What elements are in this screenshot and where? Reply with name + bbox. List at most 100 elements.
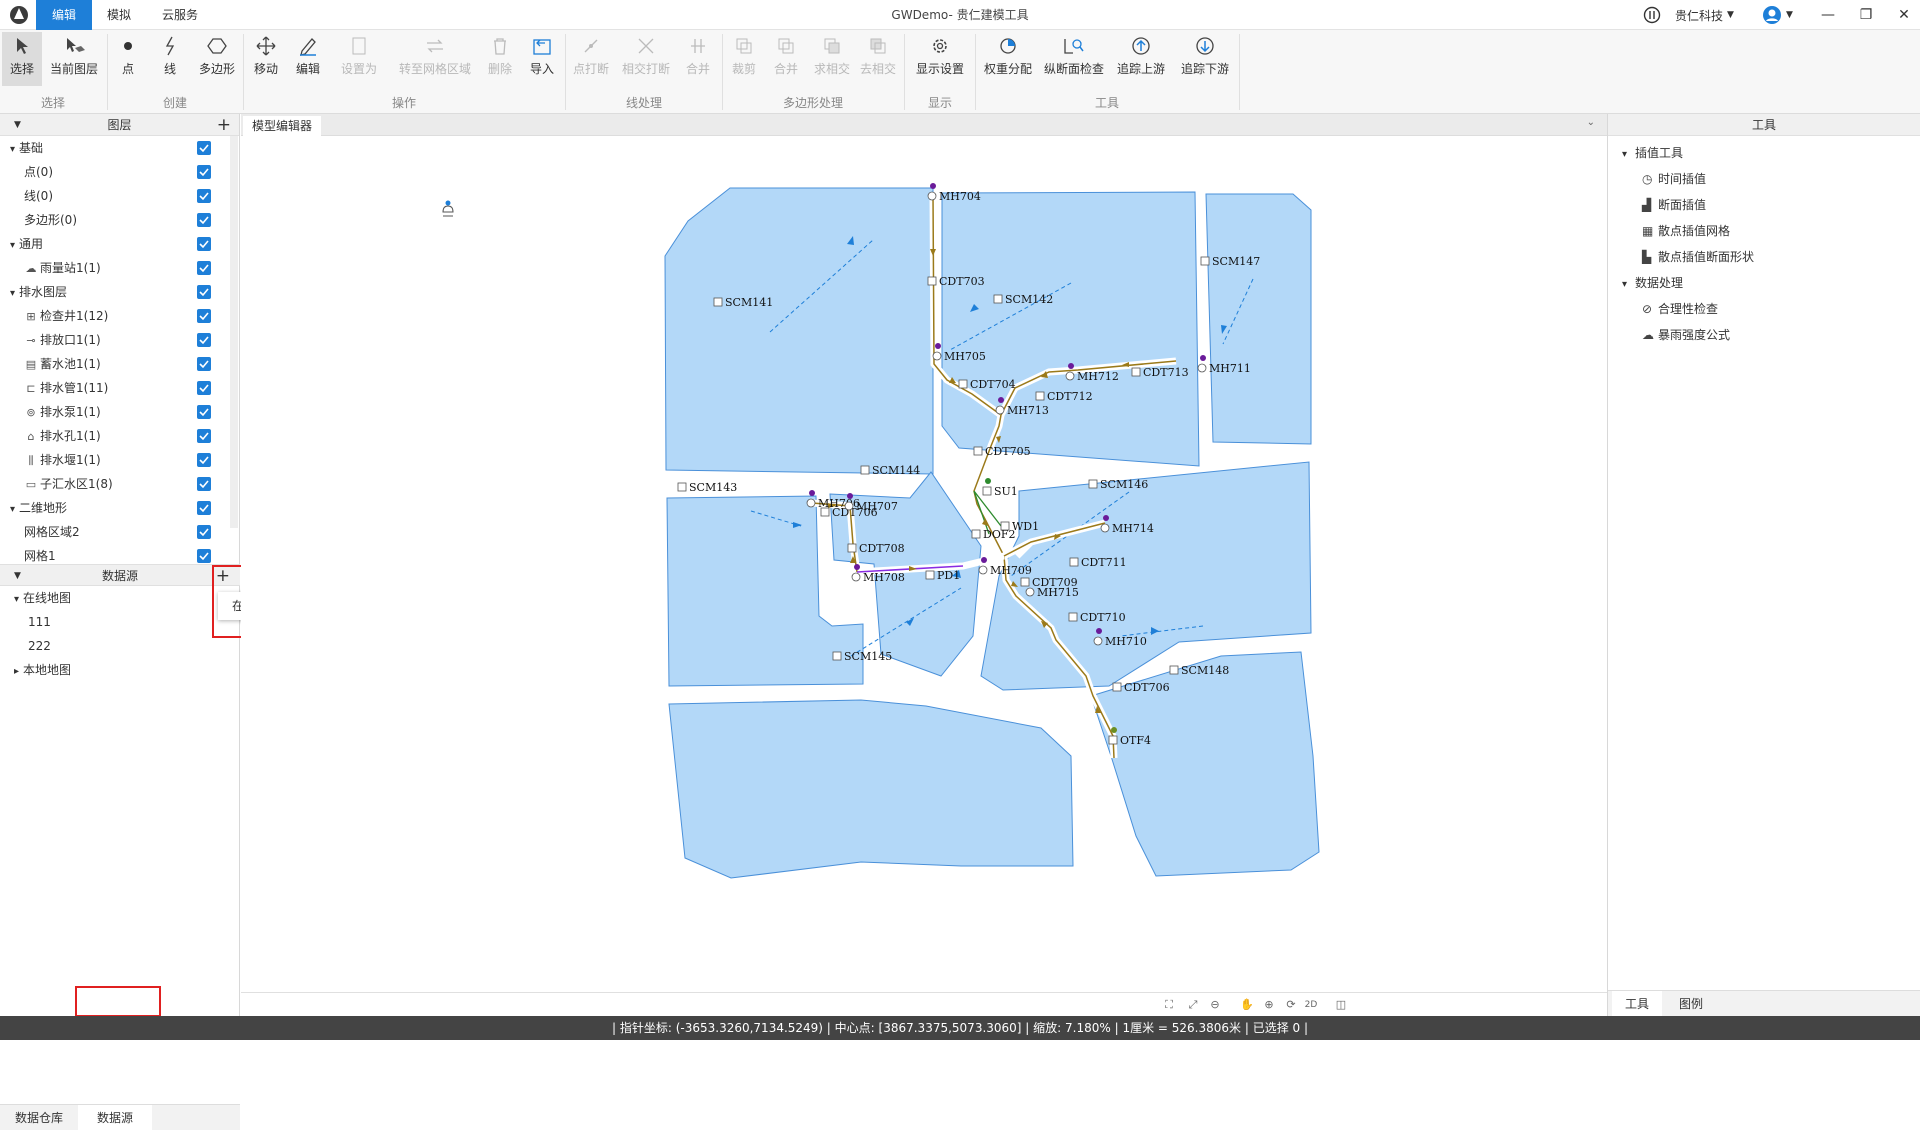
layer-visibility-checkbox[interactable] xyxy=(197,429,211,443)
layer-row[interactable]: 线(0) xyxy=(0,184,230,208)
layer-row[interactable]: ▾ 排水图层 xyxy=(0,280,230,304)
map-feature-dof2[interactable]: DOF2 xyxy=(971,528,1015,541)
company-area[interactable]: 贵仁科技 ▼ xyxy=(1643,0,1734,30)
collapse-icon[interactable]: ▾ xyxy=(10,288,15,299)
layer-row[interactable]: ▤ 蓄水池1(1) xyxy=(0,352,230,376)
line-merge-button[interactable]: 合并 xyxy=(682,32,714,86)
catchment-scm141[interactable] xyxy=(664,187,934,475)
import-button[interactable]: 导入 xyxy=(526,32,558,86)
layer-visibility-checkbox[interactable] xyxy=(197,381,211,395)
layer-row[interactable]: ⊏ 排水管1(11) xyxy=(0,376,230,400)
collapse-icon[interactable]: ▾ xyxy=(1622,279,1627,290)
tab-data-warehouse[interactable]: 数据仓库 xyxy=(4,1105,74,1131)
menu-tab-cloud[interactable]: 云服务 xyxy=(150,0,210,30)
layer-scrollbar[interactable] xyxy=(230,136,238,528)
layer-visibility-checkbox[interactable] xyxy=(197,213,211,227)
datasource-item[interactable]: 222 xyxy=(0,634,240,658)
tool-item[interactable]: ▟ 断面插值 xyxy=(1608,192,1920,218)
layer-row[interactable]: ⊞ 检查井1(12) xyxy=(0,304,230,328)
collapse-icon[interactable]: ▾ xyxy=(10,504,15,515)
refresh-icon[interactable]: ⟳ xyxy=(1283,997,1299,1013)
collapse-icon[interactable]: ▾ xyxy=(10,144,15,155)
intersect-break-button[interactable]: 相交打断 xyxy=(618,32,674,86)
layer-row[interactable]: ⌂ 排水孔1(1) xyxy=(0,424,230,448)
expand-icon[interactable]: ▸ xyxy=(14,666,19,677)
delete-button[interactable]: 删除 xyxy=(484,32,516,86)
trace-downstream-button[interactable]: 追踪下游 xyxy=(1176,32,1234,86)
tab-legend[interactable]: 图例 xyxy=(1666,991,1716,1017)
layer-visibility-checkbox[interactable] xyxy=(197,549,211,563)
layer-visibility-checkbox[interactable] xyxy=(197,453,211,467)
layer-row[interactable]: ▭ 子汇水区1(8) xyxy=(0,472,230,496)
restore-button[interactable]: ❐ xyxy=(1848,0,1884,30)
layer-visibility-checkbox[interactable] xyxy=(197,501,211,515)
current-layer-button[interactable]: 当前图层 xyxy=(46,32,102,86)
layer-visibility-checkbox[interactable] xyxy=(197,477,211,491)
weight-allocation-button[interactable]: 权重分配 xyxy=(980,32,1036,86)
app-logo-icon[interactable] xyxy=(5,4,32,26)
layer-row[interactable]: ⫼ 排水堰1(1) xyxy=(0,448,230,472)
tool-item[interactable]: ☁ 暴雨强度公式 xyxy=(1608,322,1920,348)
tool-item[interactable]: ▦ 散点插值网格 xyxy=(1608,218,1920,244)
point-break-button[interactable]: 点打断 xyxy=(570,32,612,86)
edit-tool-button[interactable]: 编辑 xyxy=(292,32,324,86)
tab-tools[interactable]: 工具 xyxy=(1612,991,1662,1017)
layer-row[interactable]: ▾ 通用 xyxy=(0,232,230,256)
layer-visibility-checkbox[interactable] xyxy=(197,525,211,539)
layer-visibility-checkbox[interactable] xyxy=(197,237,211,251)
tab-datasource[interactable]: 数据源 xyxy=(78,1105,152,1131)
layer-visibility-checkbox[interactable] xyxy=(197,141,211,155)
fullscreen-icon[interactable]: ⛶ xyxy=(1161,997,1177,1013)
polygon-merge-button[interactable]: 合并 xyxy=(770,32,802,86)
move-tool-button[interactable]: 移动 xyxy=(250,32,282,86)
menu-tab-edit[interactable]: 编辑 xyxy=(36,0,92,30)
map-feature-scm143[interactable]: SCM143 xyxy=(677,481,737,494)
catchment-scm147[interactable] xyxy=(1205,193,1312,445)
zoom-out-icon[interactable]: ⊖ xyxy=(1207,997,1223,1013)
tool-section[interactable]: ▾ 数据处理 xyxy=(1608,270,1920,296)
set-as-button[interactable]: 设置为 xyxy=(334,32,384,86)
layer-row[interactable]: ⊚ 排水泵1(1) xyxy=(0,400,230,424)
zoom-extent-icon[interactable]: ⤢ xyxy=(1185,997,1201,1013)
layer-row[interactable]: ☁ 雨量站1(1) xyxy=(0,256,230,280)
pan-hand-icon[interactable]: ✋ xyxy=(1239,997,1255,1013)
layer-visibility-checkbox[interactable] xyxy=(197,261,211,275)
point-tool-button[interactable]: 点 xyxy=(112,32,144,86)
collapse-icon[interactable]: ▾ xyxy=(10,240,15,251)
split-view-icon[interactable]: ◫ xyxy=(1333,997,1349,1013)
layer-row[interactable]: ⊸ 排放口1(1) xyxy=(0,328,230,352)
chevron-down-icon[interactable]: ⌄ xyxy=(1587,117,1595,128)
map-feature-su1[interactable]: SU1 xyxy=(982,478,1018,498)
map-canvas[interactable]: MH704 CDT703 SCM141 SCM142 SCM147 MH705 CDT704… xyxy=(241,136,1607,992)
intersect-button[interactable]: 求相交 xyxy=(812,32,852,86)
remove-intersect-button[interactable]: 去相交 xyxy=(858,32,898,86)
user-avatar-icon[interactable]: ▼ xyxy=(1762,0,1793,30)
layer-visibility-checkbox[interactable] xyxy=(197,285,211,299)
datasource-item[interactable]: 111 xyxy=(0,610,240,634)
convert-grid-button[interactable]: 转至网格区域 xyxy=(394,32,476,86)
layer-row[interactable]: 网格1 xyxy=(0,544,230,564)
layer-row[interactable]: ▾ 二维地形 xyxy=(0,496,230,520)
layer-visibility-checkbox[interactable] xyxy=(197,357,211,371)
rain-gauge-icon[interactable] xyxy=(442,200,454,217)
line-tool-button[interactable]: 线 xyxy=(154,32,186,86)
menu-tab-simulate[interactable]: 模拟 xyxy=(96,0,142,30)
layer-visibility-checkbox[interactable] xyxy=(197,333,211,347)
layer-visibility-checkbox[interactable] xyxy=(197,309,211,323)
tab-model-editor[interactable]: 模型编辑器 xyxy=(243,116,321,136)
layer-row[interactable]: ▾ 基础 xyxy=(0,136,230,160)
trace-upstream-button[interactable]: 追踪上游 xyxy=(1112,32,1170,86)
display-settings-button[interactable]: 显示设置 xyxy=(910,32,970,86)
clip-button[interactable]: 裁剪 xyxy=(728,32,760,86)
layer-row[interactable]: 网格区域2 xyxy=(0,520,230,544)
layer-visibility-checkbox[interactable] xyxy=(197,189,211,203)
collapse-icon[interactable]: ▼ xyxy=(14,565,21,587)
layer-row[interactable]: 点(0) xyxy=(0,160,230,184)
layer-row[interactable]: 多边形(0) xyxy=(0,208,230,232)
tool-item[interactable]: ▙ 散点插值断面形状 xyxy=(1608,244,1920,270)
tool-item[interactable]: ⊘ 合理性检查 xyxy=(1608,296,1920,322)
collapse-icon[interactable]: ▾ xyxy=(1622,149,1627,160)
select-tool-button[interactable]: 选择 xyxy=(2,32,42,86)
profile-check-button[interactable]: 纵断面检查 xyxy=(1042,32,1106,86)
minimize-button[interactable]: — xyxy=(1810,0,1846,30)
